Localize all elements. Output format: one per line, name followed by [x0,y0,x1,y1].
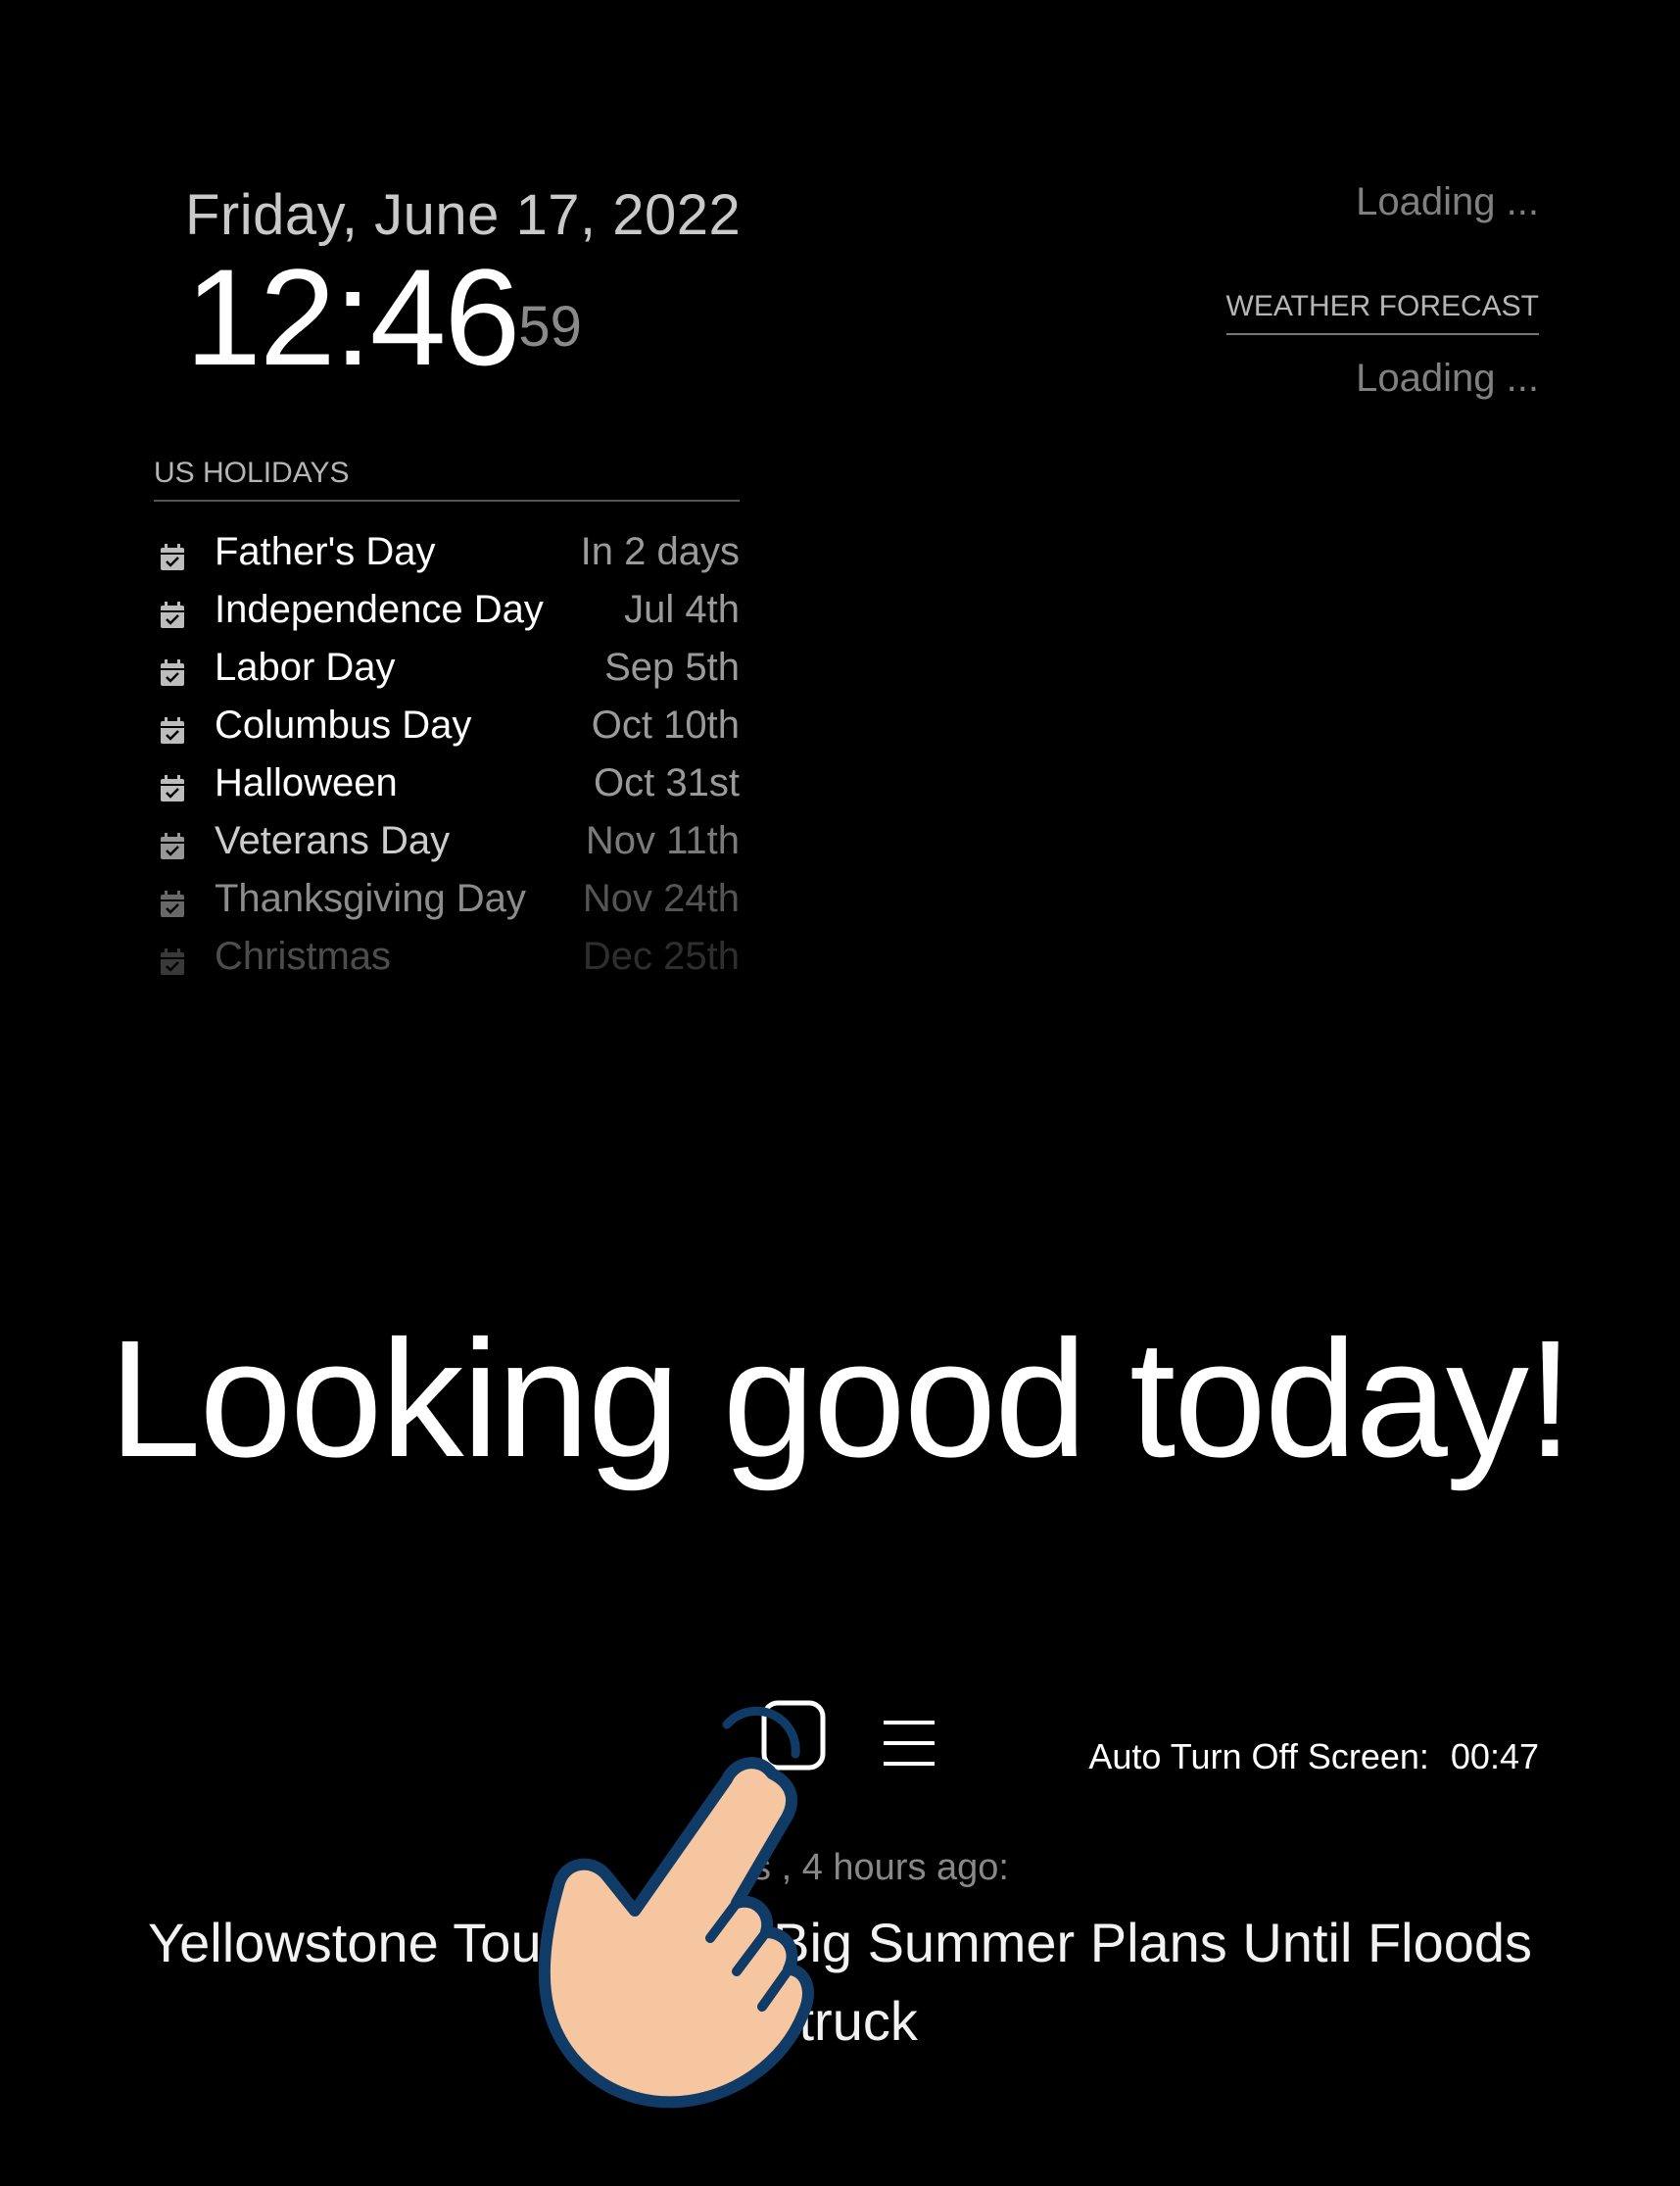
holiday-list: Father's Day In 2 days Independence Day Jul… [154,523,740,986]
clock-seconds: 59 [518,295,582,359]
holiday-date: Jul 4th [624,588,740,631]
clock-date: Friday, June 17, 2022 [185,183,742,247]
calendar-check-icon [158,596,187,628]
calendar-check-icon [158,943,187,975]
holidays-calendar: US HOLIDAYS Father's Day In 2 days Indepen… [154,457,740,986]
holiday-row: Christmas Dec 25th [154,928,740,986]
holiday-title: Independence Day [215,588,544,631]
clock-time: 12:4659 [185,249,582,386]
auto-off-timer: 00:47 [1450,1736,1539,1776]
holiday-title: Christmas [215,935,392,978]
holiday-row: Veterans Day Nov 11th [154,812,740,870]
holiday-date: Oct 10th [591,704,740,747]
holiday-row: Labor Day Sep 5th [154,639,740,697]
holiday-date: Nov 24th [582,877,740,920]
current-weather-status: Loading ... [1356,180,1539,223]
weather-forecast: WEATHER FORECAST Loading ... [1225,290,1539,401]
tap-hand-icon [509,1676,862,2116]
holiday-date: Nov 11th [585,819,740,862]
holiday-title: Columbus Day [215,704,472,747]
calendar-check-icon [158,654,187,686]
clock-hours-minutes: 12:46 [185,240,520,394]
holiday-row: Thanksgiving Day Nov 24th [154,870,740,928]
holiday-title: Halloween [215,761,398,804]
holiday-date: In 2 days [580,530,740,573]
holiday-date: Oct 31st [594,761,740,804]
auto-off-label: Auto Turn Off Screen: [1088,1736,1429,1776]
holiday-row: Halloween Oct 31st [154,754,740,812]
holiday-row: Father's Day In 2 days [154,523,740,581]
auto-turn-off-screen: Auto Turn Off Screen: 00:47 [1088,1736,1539,1777]
calendar-check-icon [158,711,187,744]
compliment-text: Looking good today! [108,1306,1573,1492]
calendar-check-icon [158,538,187,570]
weather-forecast-status: Loading ... [1356,357,1539,400]
weather-forecast-header: WEATHER FORECAST [1225,290,1539,335]
holiday-title: Labor Day [215,646,396,689]
calendar-check-icon [158,769,187,802]
holidays-header: US HOLIDAYS [154,457,740,502]
holiday-title: Father's Day [215,530,436,573]
holiday-row: Columbus Day Oct 10th [154,697,740,754]
holiday-date: Dec 25th [582,935,740,978]
holiday-title: Thanksgiving Day [215,877,526,920]
hamburger-menu-icon[interactable] [882,1717,936,1770]
calendar-check-icon [158,827,187,859]
holiday-date: Sep 5th [604,646,740,689]
calendar-check-icon [158,885,187,917]
holiday-title: Veterans Day [215,819,451,862]
holiday-row: Independence Day Jul 4th [154,581,740,639]
